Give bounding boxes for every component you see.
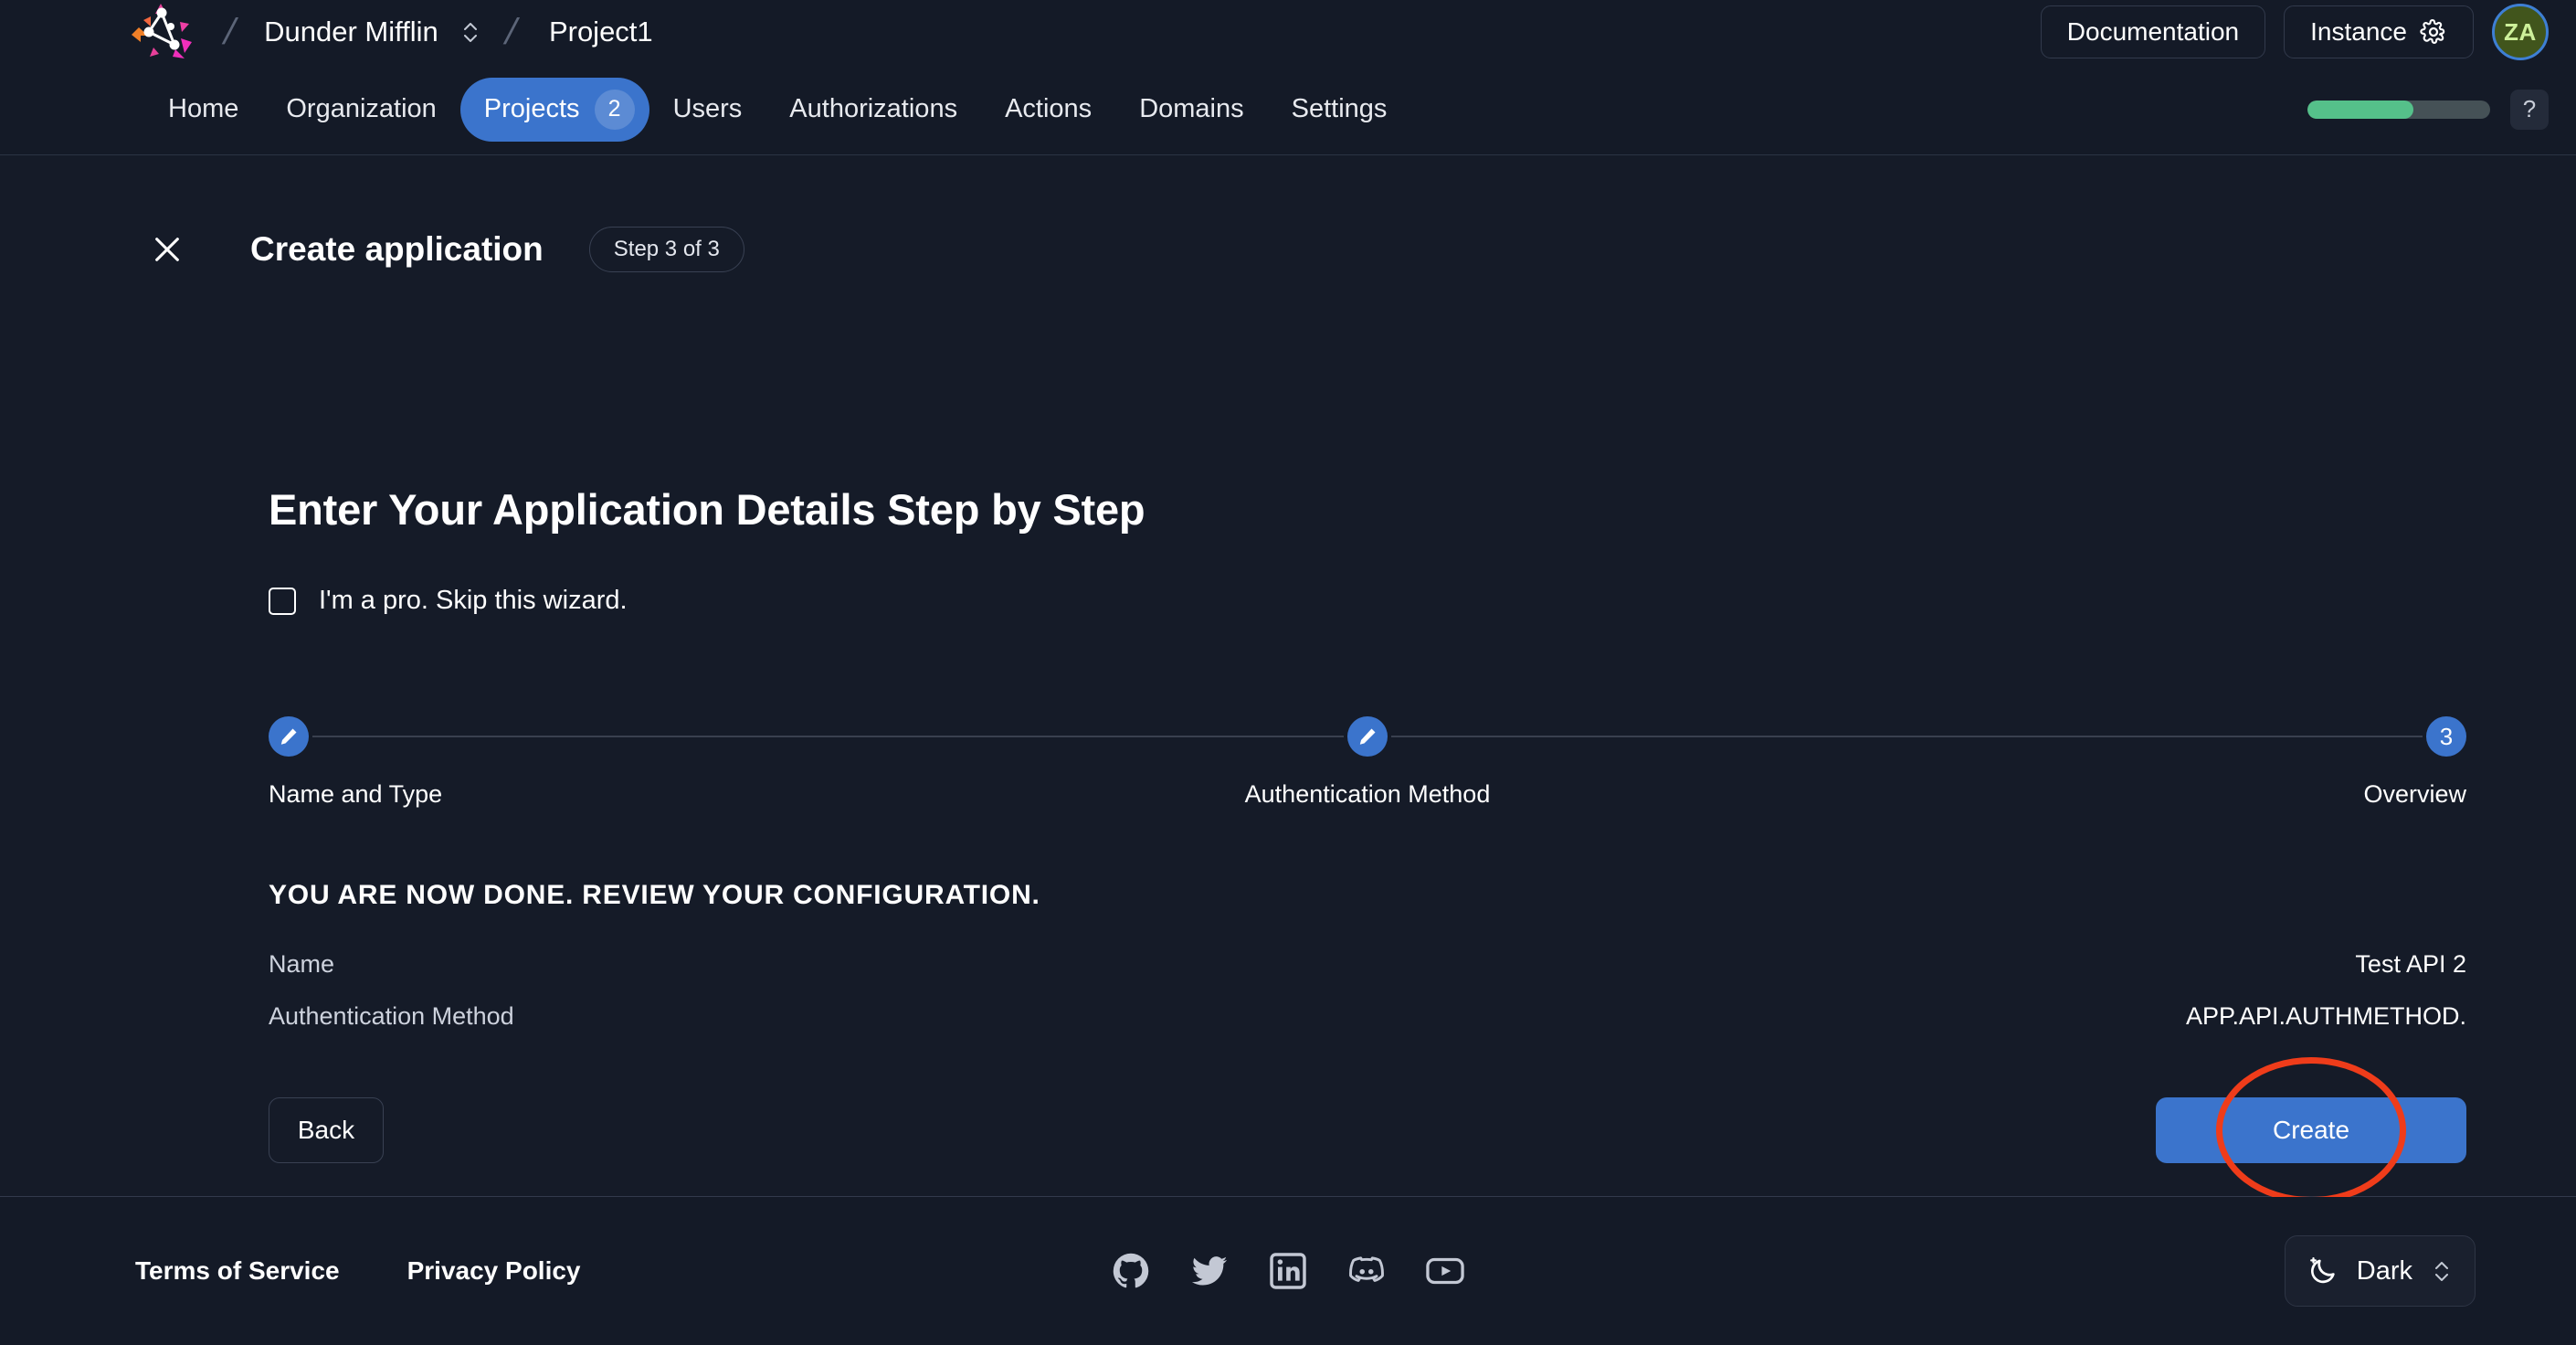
stepper-track: 3 [269, 716, 2466, 757]
chevron-up-down-icon[interactable] [459, 14, 482, 50]
nav-item-label: Organization [286, 94, 436, 124]
create-button[interactable]: Create [2156, 1097, 2466, 1163]
stepper-circle-overview[interactable]: 3 [2426, 716, 2466, 757]
page-footer: Terms of Service Privacy Policy [0, 1197, 2576, 1345]
documentation-label: Documentation [2067, 17, 2239, 47]
breadcrumb: / Dunder Mifflin / Project1 [128, 0, 653, 64]
review-value: APP.API.AUTHMETHOD. [2186, 1002, 2466, 1031]
nav-item-label: Settings [1292, 94, 1388, 124]
review-list: Name Test API 2 Authentication Method AP… [269, 946, 2466, 1050]
wizard-actions: Back Create [269, 1097, 2466, 1163]
nav-item-label: Projects [484, 94, 580, 124]
step-indicator-pill: Step 3 of 3 [589, 227, 744, 272]
wizard-title: Create application [250, 230, 544, 269]
footer-social-links [1111, 1251, 1465, 1291]
nav-item-projects[interactable]: Projects 2 [460, 78, 649, 142]
nav-item-badge: 2 [595, 90, 635, 130]
setup-progress-fill [2307, 101, 2413, 119]
setup-progress-bar [2307, 101, 2490, 119]
nav-item-label: Actions [1005, 94, 1092, 124]
theme-selector[interactable]: Dark [2285, 1235, 2476, 1307]
nav-item-organization[interactable]: Organization [262, 82, 459, 136]
breadcrumb-org-name[interactable]: Dunder Mifflin [240, 16, 459, 48]
close-icon[interactable] [146, 228, 188, 270]
review-value: Test API 2 [2355, 950, 2466, 979]
nav-item-label: Authorizations [789, 94, 957, 124]
nav-right-controls: ? [2307, 90, 2549, 130]
nav-item-settings[interactable]: Settings [1268, 82, 1411, 136]
help-icon: ? [2523, 95, 2536, 123]
stepper-node-2 [1347, 716, 1388, 757]
stepper-node-1 [269, 716, 309, 757]
theme-label: Dark [2357, 1256, 2412, 1287]
back-button[interactable]: Back [269, 1097, 384, 1163]
back-button-label: Back [298, 1116, 354, 1144]
documentation-button[interactable]: Documentation [2041, 5, 2265, 58]
create-button-label: Create [2273, 1116, 2349, 1144]
instance-label: Instance [2310, 17, 2407, 47]
stepper-node-3: 3 [2426, 716, 2466, 757]
nav-item-home[interactable]: Home [144, 82, 262, 136]
app-root: / Dunder Mifflin / Project1 Documentatio… [0, 0, 2576, 1345]
skip-wizard-row: I'm a pro. Skip this wizard. [269, 586, 2466, 616]
nav-item-label: Home [168, 94, 238, 124]
stepper-connector-1 [312, 736, 1344, 737]
instance-button[interactable]: Instance [2284, 5, 2474, 58]
nav-item-authorizations[interactable]: Authorizations [765, 82, 981, 136]
nav-item-users[interactable]: Users [649, 82, 766, 136]
review-key: Name [269, 950, 334, 979]
stepper-circle-name-and-type[interactable] [269, 716, 309, 757]
stepper-circle-authentication-method[interactable] [1347, 716, 1388, 757]
skip-wizard-checkbox[interactable] [269, 588, 296, 615]
breadcrumb-project-name[interactable]: Project1 [522, 16, 653, 48]
gear-icon [2420, 18, 2447, 46]
stepper-label-name-and-type: Name and Type [269, 780, 1001, 809]
wizard-header: Create application Step 3 of 3 [146, 227, 744, 272]
nav-item-label: Domains [1139, 94, 1243, 124]
help-button[interactable]: ? [2510, 90, 2549, 130]
review-section-title: YOU ARE NOW DONE. REVIEW YOUR CONFIGURAT… [269, 880, 2466, 911]
avatar[interactable]: ZA [2492, 4, 2549, 60]
pencil-icon [1357, 725, 1378, 747]
page-title: Enter Your Application Details Step by S… [269, 484, 2466, 535]
skip-wizard-label[interactable]: I'm a pro. Skip this wizard. [319, 586, 628, 616]
network-triangle-logo-icon[interactable] [128, 2, 219, 62]
footer-links: Terms of Service Privacy Policy [135, 1256, 581, 1286]
twitter-icon[interactable] [1189, 1251, 1230, 1291]
wizard-stepper: 3 Name and Type Authentication Method Ov… [269, 716, 2466, 809]
stepper-label-overview: Overview [1734, 780, 2466, 809]
header-actions: Documentation Instance ZA [2041, 0, 2549, 64]
main-navigation: Home Organization Projects 2 Users Autho… [0, 64, 2576, 154]
linkedin-icon[interactable] [1268, 1251, 1308, 1291]
top-header: / Dunder Mifflin / Project1 Documentatio… [0, 0, 2576, 155]
pencil-icon [278, 725, 300, 747]
nav-item-actions[interactable]: Actions [981, 82, 1115, 136]
terms-of-service-link[interactable]: Terms of Service [135, 1256, 340, 1286]
chevron-up-down-icon[interactable] [2431, 1254, 2453, 1288]
review-key: Authentication Method [269, 1002, 514, 1031]
discord-icon[interactable] [1346, 1251, 1387, 1291]
nav-item-domains[interactable]: Domains [1115, 82, 1267, 136]
nav-item-label: Users [673, 94, 743, 124]
avatar-initials: ZA [2504, 18, 2537, 47]
stepper-number: 3 [2440, 723, 2453, 751]
nav-items: Home Organization Projects 2 Users Autho… [144, 78, 1410, 142]
review-row: Name Test API 2 [269, 946, 2466, 998]
stepper-connector-2 [1391, 736, 2423, 737]
github-icon[interactable] [1111, 1251, 1151, 1291]
wizard-content: Enter Your Application Details Step by S… [269, 484, 2466, 1163]
create-button-wrapper: Create [2156, 1097, 2466, 1163]
wizard-main: Create application Step 3 of 3 Enter You… [0, 155, 2576, 1197]
stepper-labels: Name and Type Authentication Method Over… [269, 780, 2466, 809]
review-row: Authentication Method APP.API.AUTHMETHOD… [269, 998, 2466, 1050]
privacy-policy-link[interactable]: Privacy Policy [407, 1256, 581, 1286]
youtube-icon[interactable] [1425, 1251, 1465, 1291]
stepper-label-authentication-method: Authentication Method [1001, 780, 1734, 809]
moon-icon [2307, 1255, 2338, 1287]
